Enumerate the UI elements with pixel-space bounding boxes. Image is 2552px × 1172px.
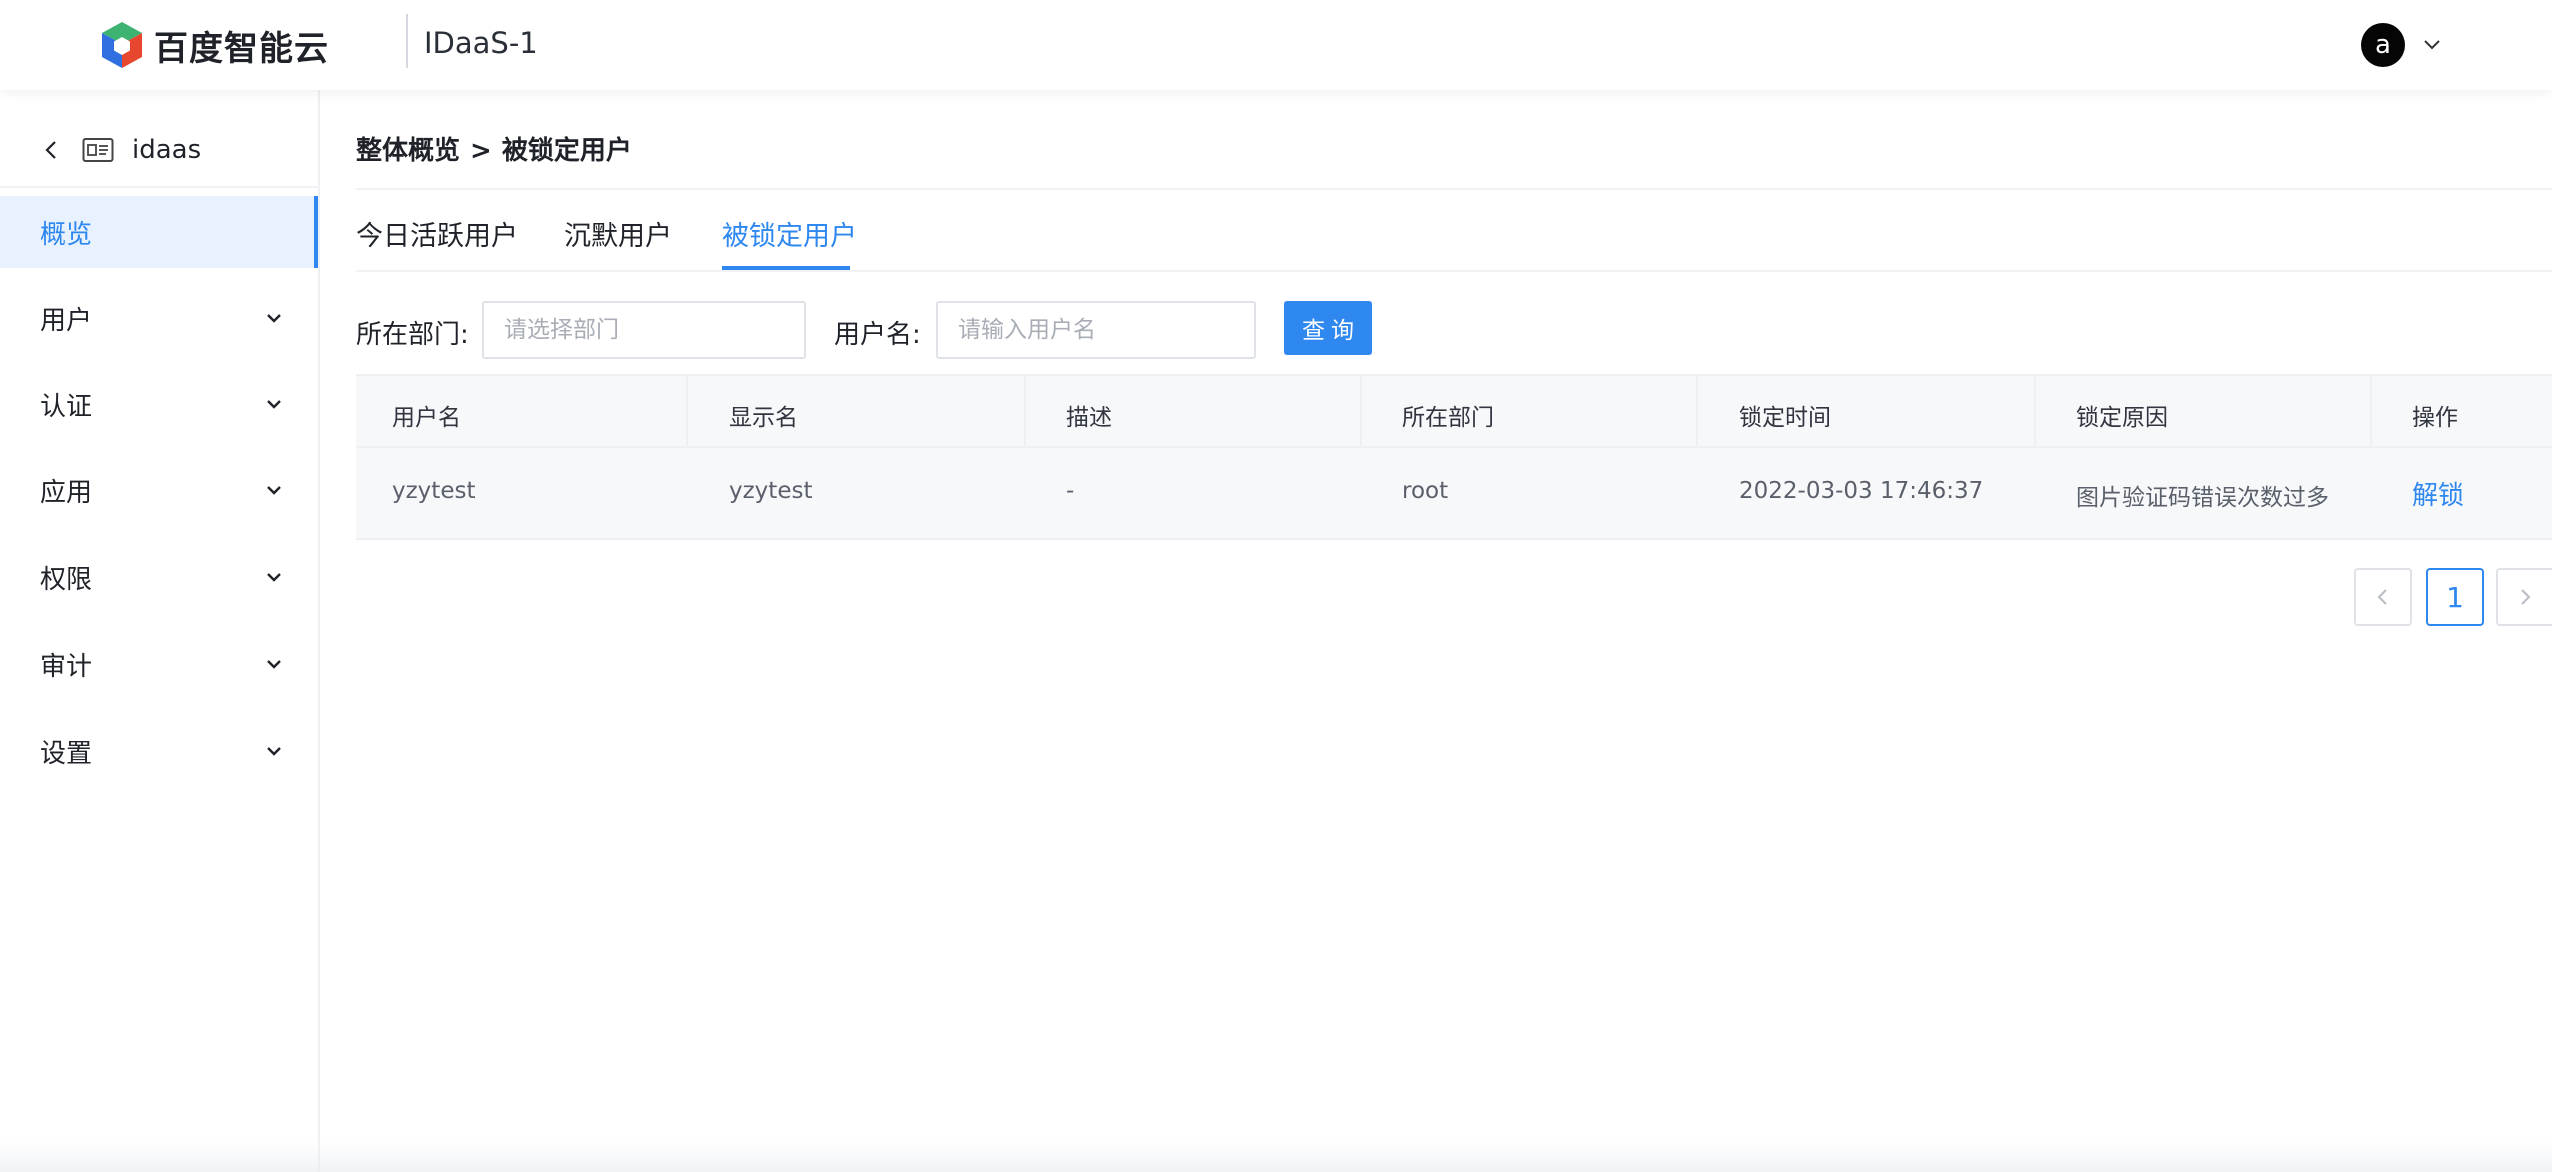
bottom-shadow bbox=[0, 1140, 2552, 1172]
brand-logo[interactable]: 百度智能云 bbox=[98, 20, 329, 70]
department-filter-label: 所在部门: bbox=[356, 320, 469, 350]
column-header-username: 用户名 bbox=[392, 405, 461, 431]
column-header-display-name: 显示名 bbox=[729, 405, 798, 431]
sidebar-divider bbox=[0, 186, 320, 188]
username-filter-label: 用户名: bbox=[834, 320, 921, 350]
cell-department: root bbox=[1402, 478, 1449, 504]
chevron-left-icon bbox=[2377, 589, 2387, 605]
sidebar-item-label: 权限 bbox=[40, 564, 93, 595]
column-divider bbox=[1696, 376, 1698, 448]
sidebar: idaas 概览 用户 认证 应用 权限 审计 设置 bbox=[0, 90, 320, 1172]
column-divider bbox=[2370, 376, 2372, 448]
query-button[interactable]: 查询 bbox=[1284, 301, 1372, 355]
column-divider bbox=[2034, 376, 2036, 448]
tabs-divider bbox=[356, 270, 2552, 272]
chevron-down-icon[interactable] bbox=[2420, 32, 2444, 56]
baidu-cube-icon bbox=[102, 22, 142, 68]
brand-name: 百度智能云 bbox=[154, 28, 329, 69]
breadcrumb-divider bbox=[356, 188, 2552, 190]
column-header-lock-time: 锁定时间 bbox=[1739, 405, 1831, 431]
sidebar-item-auth[interactable]: 认证 bbox=[0, 368, 318, 440]
column-divider bbox=[1024, 376, 1026, 448]
id-card-icon bbox=[82, 138, 114, 162]
chevron-down-icon bbox=[267, 747, 281, 756]
sidebar-item-settings[interactable]: 设置 bbox=[0, 715, 318, 787]
unlock-button[interactable]: 解锁 bbox=[2412, 475, 2464, 512]
sidebar-item-users[interactable]: 用户 bbox=[0, 282, 318, 354]
breadcrumb: 整体概览 > 被锁定用户 bbox=[356, 130, 642, 167]
sidebar-back-link[interactable]: idaas bbox=[40, 130, 201, 170]
breadcrumb-parent[interactable]: 整体概览 bbox=[356, 136, 460, 166]
sidebar-item-permissions[interactable]: 权限 bbox=[0, 541, 318, 613]
cell-lock-reason: 图片验证码错误次数过多 bbox=[2076, 485, 2329, 511]
cell-lock-time: 2022-03-03 17:46:37 bbox=[1739, 478, 1984, 504]
chevron-down-icon bbox=[267, 486, 281, 495]
department-select[interactable] bbox=[482, 301, 806, 359]
cell-description: - bbox=[1066, 478, 1075, 504]
sidebar-item-audit[interactable]: 审计 bbox=[0, 628, 318, 700]
column-header-department: 所在部门 bbox=[1402, 405, 1494, 431]
column-divider bbox=[686, 376, 688, 448]
tab-locked-users[interactable]: 被锁定用户 bbox=[722, 214, 857, 253]
tab-silent-users[interactable]: 沉默用户 bbox=[564, 214, 672, 253]
sidebar-item-label: 设置 bbox=[40, 738, 93, 769]
locked-users-table: 用户名 显示名 描述 所在部门 锁定时间 锁定原因 操作 yzytest yzy… bbox=[356, 374, 2552, 540]
column-header-lock-reason: 锁定原因 bbox=[2076, 405, 2168, 431]
table-row: yzytest yzytest - root 2022-03-03 17:46:… bbox=[356, 448, 2552, 540]
header-divider bbox=[406, 14, 408, 68]
table-header: 用户名 显示名 描述 所在部门 锁定时间 锁定原因 操作 bbox=[356, 374, 2552, 448]
sidebar-back-label: idaas bbox=[132, 135, 202, 165]
sidebar-item-overview[interactable]: 概览 bbox=[0, 196, 318, 268]
column-divider bbox=[1360, 376, 1362, 448]
sidebar-item-label: 应用 bbox=[40, 477, 93, 508]
breadcrumb-separator: > bbox=[470, 136, 492, 166]
cell-username: yzytest bbox=[392, 478, 476, 504]
breadcrumb-current: 被锁定用户 bbox=[501, 136, 632, 166]
app-title: IDaaS-1 bbox=[424, 26, 538, 60]
sidebar-item-label: 用户 bbox=[40, 305, 93, 336]
chevron-down-icon bbox=[267, 400, 281, 409]
chevron-down-icon bbox=[267, 660, 281, 669]
tab-active-today[interactable]: 今日活跃用户 bbox=[356, 214, 518, 253]
sidebar-item-apps[interactable]: 应用 bbox=[0, 454, 318, 526]
chevron-right-icon bbox=[2521, 589, 2531, 605]
pagination-prev-button[interactable] bbox=[2354, 568, 2412, 626]
sidebar-item-label: 审计 bbox=[40, 651, 93, 682]
avatar[interactable]: a bbox=[2361, 23, 2405, 67]
top-header: 百度智能云 IDaaS-1 a bbox=[0, 0, 2552, 90]
chevron-left-icon bbox=[45, 141, 56, 159]
pagination-next-button[interactable] bbox=[2496, 568, 2552, 626]
chevron-down-icon bbox=[267, 314, 281, 323]
chevron-down-icon bbox=[267, 573, 281, 582]
pagination-page-1[interactable]: 1 bbox=[2426, 568, 2484, 626]
username-input[interactable] bbox=[936, 301, 1256, 359]
sidebar-item-label: 概览 bbox=[40, 219, 93, 250]
column-header-actions: 操作 bbox=[2412, 405, 2458, 431]
sidebar-item-label: 认证 bbox=[40, 391, 93, 422]
cell-display-name: yzytest bbox=[729, 478, 813, 504]
column-header-description: 描述 bbox=[1066, 405, 1112, 431]
